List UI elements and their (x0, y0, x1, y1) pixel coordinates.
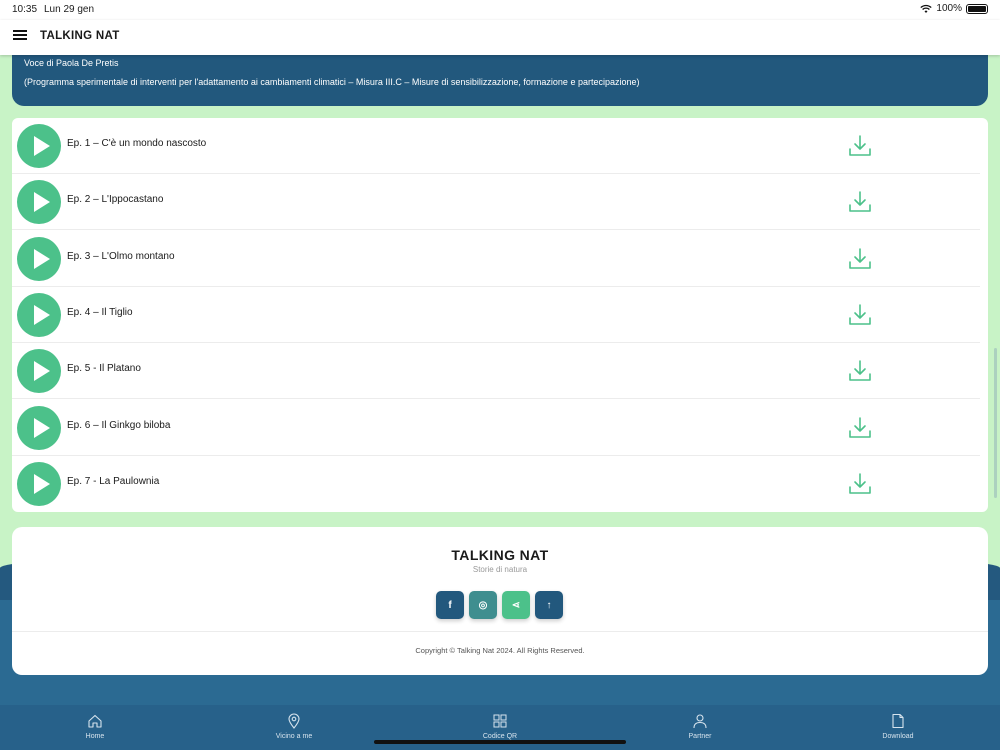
person-icon (693, 714, 707, 729)
share-icon[interactable]: ⋖ (502, 591, 530, 619)
home-icon (88, 714, 102, 728)
app-header: TALKING NAT (0, 20, 1000, 55)
instagram-icon[interactable]: ◎ (469, 591, 497, 619)
tab-vicino-a-me[interactable]: Vicino a me (249, 713, 339, 740)
social-buttons: f ◎ ⋖ ↑ (436, 591, 563, 619)
episode-list: Ep. 1 – C'è un mondo nascosto Ep. 2 – L'I… (12, 118, 988, 512)
play-icon[interactable] (17, 180, 61, 225)
status-time: 10:35 (12, 4, 38, 15)
play-icon[interactable] (17, 124, 61, 168)
episode-row[interactable]: Ep. 7 - La Paulownia (12, 456, 980, 512)
download-icon[interactable] (848, 472, 872, 496)
episode-row[interactable]: Ep. 3 – L'Olmo montano (12, 231, 980, 287)
wifi-icon (920, 4, 933, 13)
episode-title: Ep. 1 – C'è un mondo nascosto (67, 138, 207, 149)
voice-credit: Voce di Paola De Pretis (24, 58, 119, 68)
episode-row[interactable]: Ep. 5 - Il Platano (12, 343, 980, 400)
battery-percent: 100% (936, 3, 962, 14)
facebook-icon[interactable]: f (436, 591, 464, 619)
status-right: 100% (920, 3, 988, 14)
download-icon[interactable] (848, 416, 872, 440)
tab-home[interactable]: Home (50, 713, 140, 740)
footer-brand: TALKING NAT (451, 547, 549, 563)
play-icon[interactable] (17, 236, 61, 281)
download-icon[interactable] (848, 359, 872, 383)
episode-row[interactable]: Ep. 4 – Il Tiglio (12, 287, 980, 343)
copyright: Copyright © Talking Nat 2024. All Rights… (415, 646, 585, 655)
download-icon[interactable] (848, 190, 872, 214)
qr-grid-icon (493, 714, 507, 728)
tab-label: Codice QR (482, 733, 518, 740)
tab-label: Download (882, 733, 914, 740)
program-description: (Programma sperimentale di interventi pe… (24, 77, 640, 87)
episode-title: Ep. 6 – Il Ginkgo biloba (67, 419, 171, 431)
tab-label: Home (85, 733, 105, 740)
battery-icon (966, 3, 988, 14)
play-icon[interactable] (17, 292, 61, 337)
footer-card: TALKING NAT Storie di natura f ◎ ⋖ ↑ Copyri… (12, 527, 988, 675)
play-icon[interactable] (17, 405, 61, 450)
episode-row[interactable]: Ep. 1 – C'è un mondo nascosto (12, 118, 980, 174)
status-date: Lun 29 gen (44, 4, 95, 15)
location-pin-icon (288, 713, 300, 729)
episode-title: Ep. 3 – L'Olmo montano (67, 250, 175, 262)
episode-row[interactable]: Ep. 2 – L'Ippocastano (12, 174, 980, 231)
tab-codice-qr[interactable]: Codice QR (455, 713, 545, 740)
play-icon[interactable] (17, 349, 61, 394)
tab-partner[interactable]: Partner (655, 713, 745, 740)
footer-divider (12, 631, 988, 632)
play-icon[interactable] (17, 461, 61, 506)
episode-row[interactable]: Ep. 6 – Il Ginkgo biloba (12, 400, 980, 456)
arrow-up-icon[interactable]: ↑ (535, 591, 563, 619)
scrollbar[interactable] (994, 348, 997, 498)
episode-title: Ep. 5 - Il Platano (67, 363, 141, 375)
home-indicator[interactable] (374, 740, 626, 744)
episode-title: Ep. 7 - La Paulownia (67, 475, 160, 487)
download-icon[interactable] (848, 303, 872, 327)
download-icon[interactable] (848, 247, 872, 271)
status-bar: 10:35 Lun 29 gen 100% (0, 0, 1000, 20)
footer-tagline: Storie di natura (472, 565, 528, 574)
hamburger-icon[interactable] (13, 30, 27, 44)
header-title: TALKING NAT (40, 30, 120, 42)
episode-title: Ep. 4 – Il Tiglio (67, 306, 133, 318)
download-icon[interactable] (848, 134, 872, 158)
tab-label: Vicino a me (275, 733, 313, 740)
tab-label: Partner (688, 733, 712, 740)
episode-title: Ep. 2 – L'Ippocastano (67, 194, 164, 206)
document-icon (892, 713, 904, 729)
tab-download[interactable]: Download (853, 713, 943, 740)
